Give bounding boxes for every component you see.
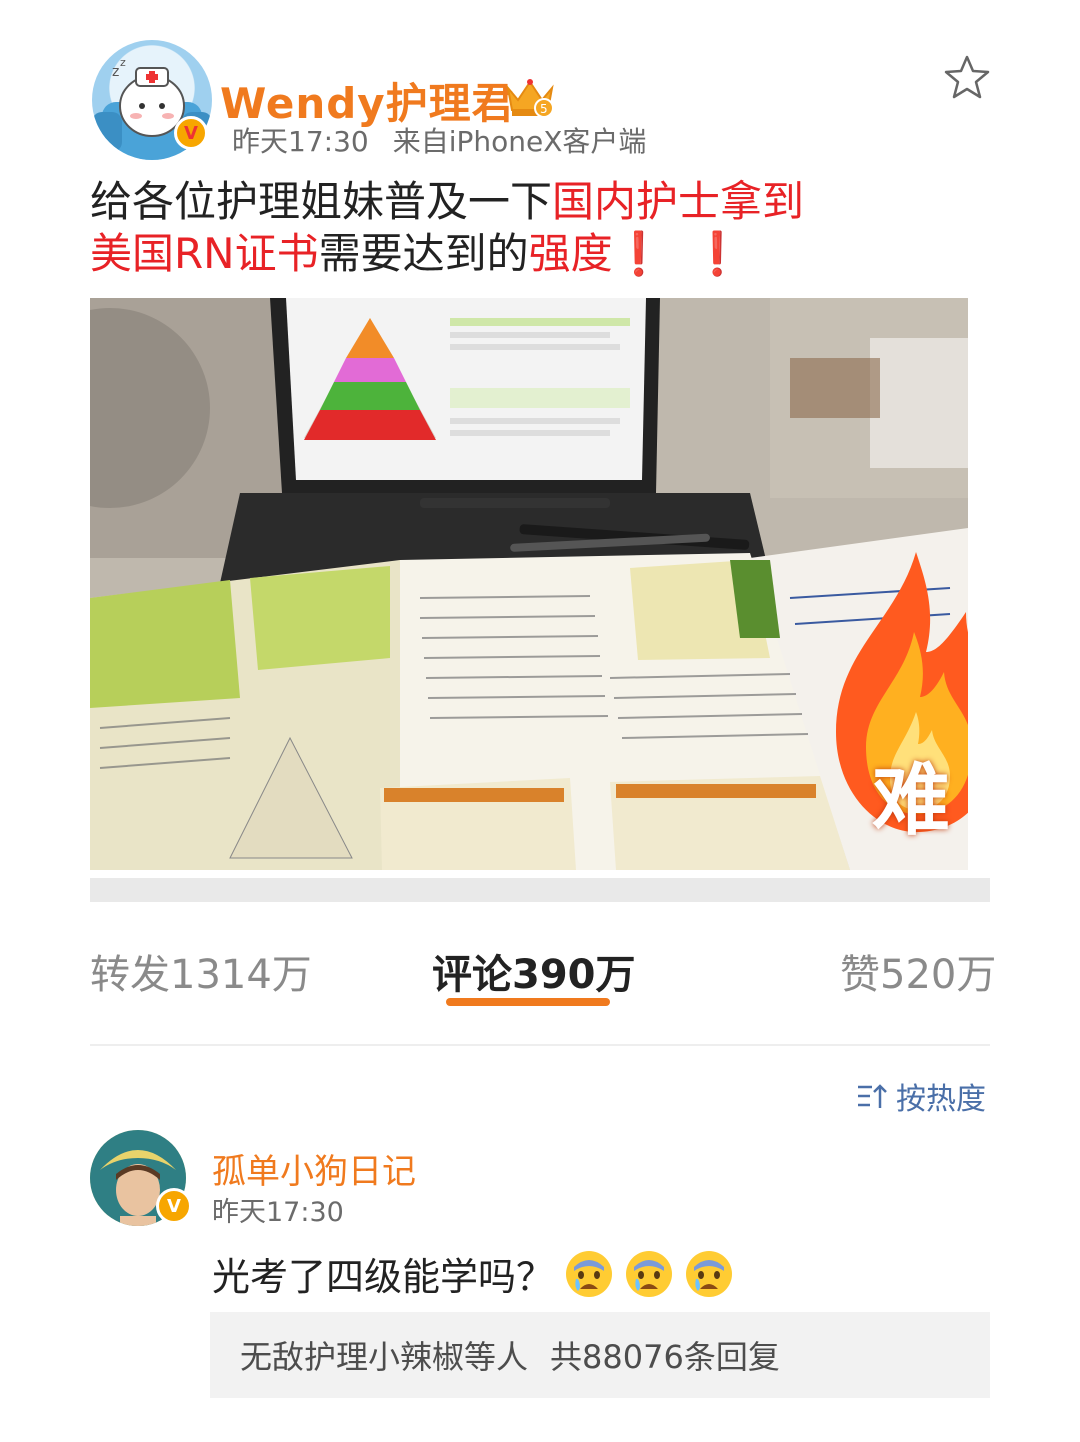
post-text-highlight: 强度	[528, 229, 613, 278]
verified-icon: V	[156, 1188, 192, 1224]
post-image[interactable]: 难	[90, 298, 968, 870]
like-count[interactable]: 赞520万	[840, 942, 996, 1000]
sort-icon	[858, 1084, 887, 1108]
vip-level: 5	[540, 102, 548, 116]
image-badge-text: 难	[872, 756, 951, 846]
comment-text: 光考了四级能学吗？	[212, 1246, 734, 1301]
comment-text-body: 光考了四级能学吗？	[212, 1255, 555, 1299]
post-text-part: 给各位护理姐妹普及一下	[90, 177, 553, 226]
divider	[90, 1044, 990, 1046]
verified-icon: V	[174, 116, 208, 150]
comment-count-tab[interactable]: 评论390万	[432, 942, 636, 1000]
svg-text:z: z	[120, 56, 126, 69]
active-tab-indicator	[446, 998, 610, 1006]
svg-text:z: z	[112, 64, 119, 80]
post-text-highlight: 美国RN证书	[90, 229, 319, 278]
repost-count[interactable]: 转发1314万	[90, 942, 312, 1000]
cry-emoji-icon	[686, 1250, 733, 1297]
post-text-highlight: 国内护士拿到	[552, 177, 805, 226]
exclamation-icon: ❗	[690, 229, 744, 278]
post-time: 昨天17:30	[232, 125, 369, 158]
cry-emoji-icon	[566, 1250, 613, 1297]
post-meta: 昨天17:30 来自iPhoneX客户端	[232, 120, 646, 160]
reply-summary-users: 无敌护理小辣椒等人	[240, 1338, 529, 1376]
reply-summary[interactable]: 无敌护理小辣椒等人 共88076条回复	[210, 1312, 990, 1398]
post-source: 来自iPhoneX客户端	[392, 125, 647, 158]
star-icon[interactable]	[944, 54, 990, 100]
sort-button[interactable]: 按热度	[856, 1074, 986, 1118]
post-text: 给各位护理姐妹普及一下国内护士拿到 美国RN证书需要达到的强度❗ ❗	[90, 176, 990, 280]
reply-summary-count: 共88076条回复	[550, 1338, 780, 1376]
cry-emoji-icon	[626, 1250, 673, 1297]
comment-time: 昨天17:30	[212, 1197, 344, 1228]
exclamation-icon: ❗	[612, 229, 665, 278]
sort-label: 按热度	[896, 1082, 986, 1117]
commenter-name[interactable]: 孤单小狗日记	[212, 1144, 416, 1193]
post-text-part: 需要达到的	[318, 229, 529, 278]
image-scroll-strip	[90, 878, 990, 902]
crown-icon: 5	[506, 79, 554, 118]
